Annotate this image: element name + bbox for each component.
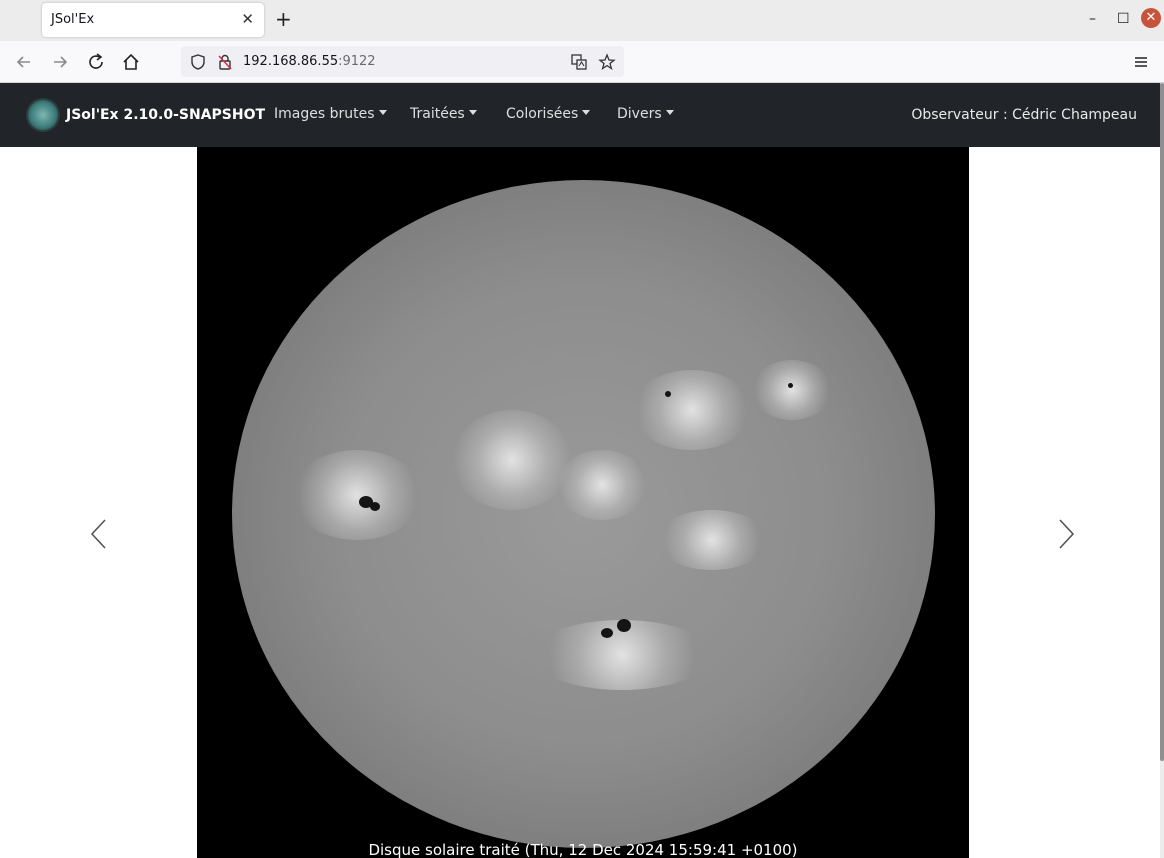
menu-label: Divers bbox=[617, 106, 662, 122]
image-caption: Disque solaire traité (Thu, 12 Dec 2024 … bbox=[368, 841, 798, 858]
url-port: :9122 bbox=[338, 54, 376, 69]
scrollbar-thumb[interactable] bbox=[1160, 83, 1164, 761]
menu-label: Colorisées bbox=[506, 106, 579, 122]
menu-label: Traitées bbox=[410, 106, 465, 122]
tab-title: JSol'Ex bbox=[51, 12, 95, 27]
plage-region bbox=[752, 360, 832, 420]
back-icon[interactable] bbox=[13, 51, 35, 73]
browser-toolbar: 192.168.86.55:9122 bbox=[0, 41, 1164, 83]
image-carousel: Disque solaire traité (Thu, 12 Dec 2024 … bbox=[0, 147, 1160, 858]
url-bar[interactable]: 192.168.86.55:9122 bbox=[181, 46, 624, 77]
caret-down-icon bbox=[582, 109, 591, 115]
minimize-icon[interactable]: – bbox=[1089, 10, 1096, 28]
caret-down-icon bbox=[378, 109, 387, 115]
menu-images-brutes[interactable]: Images brutes bbox=[274, 106, 387, 122]
carousel-next-icon[interactable] bbox=[1055, 517, 1079, 551]
new-tab-icon[interactable]: + bbox=[275, 8, 292, 30]
app-navbar: JSol'Ex 2.10.0-SNAPSHOT Images brutes Tr… bbox=[0, 83, 1160, 147]
insecure-lock-icon[interactable] bbox=[216, 53, 234, 71]
plage-region bbox=[452, 410, 572, 510]
sunspot bbox=[370, 502, 380, 511]
sunspot bbox=[788, 383, 793, 388]
plage-region bbox=[657, 510, 767, 570]
caret-down-icon bbox=[468, 109, 477, 115]
sunspot bbox=[601, 628, 613, 638]
forward-icon[interactable] bbox=[49, 51, 71, 73]
url-text[interactable]: 192.168.86.55:9122 bbox=[243, 54, 376, 69]
carousel-prev-icon[interactable] bbox=[86, 517, 110, 551]
sunspot bbox=[665, 391, 671, 397]
caret-down-icon bbox=[665, 109, 674, 115]
menu-traitees[interactable]: Traitées bbox=[410, 106, 477, 122]
reload-icon[interactable] bbox=[85, 51, 107, 73]
menu-label: Images brutes bbox=[274, 106, 375, 122]
window-close-icon[interactable]: ✕ bbox=[1141, 8, 1161, 28]
sunspot bbox=[617, 619, 631, 632]
hamburger-menu-icon[interactable] bbox=[1130, 51, 1152, 73]
maximize-icon[interactable]: ☐ bbox=[1117, 10, 1130, 28]
url-host: 192.168.86.55 bbox=[243, 54, 339, 69]
plage-region bbox=[632, 370, 752, 450]
plage-region bbox=[557, 450, 647, 520]
brand-title[interactable]: JSol'Ex 2.10.0-SNAPSHOT bbox=[66, 107, 265, 123]
menu-colorisees[interactable]: Colorisées bbox=[506, 106, 591, 122]
solar-disk-image bbox=[232, 180, 935, 848]
browser-tab-strip: JSol'Ex ✕ + – ☐ ✕ bbox=[0, 0, 1164, 41]
translate-icon[interactable] bbox=[570, 53, 588, 71]
browser-tab[interactable]: JSol'Ex ✕ bbox=[42, 3, 264, 37]
home-icon[interactable] bbox=[120, 51, 142, 73]
page-scrollbar[interactable] bbox=[1160, 83, 1164, 858]
menu-divers[interactable]: Divers bbox=[617, 106, 674, 122]
observer-label: Observateur : Cédric Champeau bbox=[911, 107, 1137, 123]
brand-logo-icon[interactable] bbox=[28, 100, 58, 130]
tab-close-icon[interactable]: ✕ bbox=[241, 10, 254, 28]
plage-region bbox=[292, 450, 422, 540]
bookmark-star-icon[interactable] bbox=[598, 53, 616, 71]
carousel-slide: Disque solaire traité (Thu, 12 Dec 2024 … bbox=[197, 147, 969, 858]
shield-icon[interactable] bbox=[189, 53, 207, 71]
